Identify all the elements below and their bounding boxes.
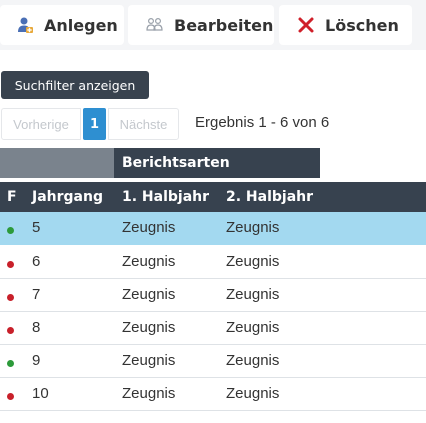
status-red-dot-icon (7, 261, 14, 268)
halbjahr-1-cell: Zeugnis (122, 319, 176, 336)
jahrgang-cell: 5 (32, 219, 41, 236)
table-row[interactable]: 7 Zeugnis Zeugnis (0, 279, 426, 312)
status-red-dot-icon (7, 393, 14, 400)
bearbeiten-label: Bearbeiten (174, 15, 274, 35)
table-row[interactable]: 10 Zeugnis Zeugnis (0, 378, 426, 411)
anlegen-label: Anlegen (44, 15, 118, 35)
status-red-dot-icon (7, 294, 14, 301)
halbjahr-1-cell: Zeugnis (122, 286, 176, 303)
pagination-next[interactable]: Nächste (108, 108, 179, 140)
show-search-filter-button[interactable]: Suchfilter anzeigen (1, 71, 149, 99)
edit-group-icon (146, 16, 164, 34)
table-row[interactable]: 8 Zeugnis Zeugnis (0, 312, 426, 345)
jahrgang-cell: 7 (32, 286, 41, 303)
halbjahr-1-cell: Zeugnis (122, 219, 176, 236)
table-row[interactable]: 9 Zeugnis Zeugnis (0, 345, 426, 378)
halbjahr-1-cell: Zeugnis (122, 385, 176, 402)
status-red-dot-icon (7, 327, 14, 334)
halbjahr-2-cell: Zeugnis (226, 385, 280, 402)
halbjahr-2-cell: Zeugnis (226, 319, 280, 336)
loeschen-label: Löschen (325, 15, 399, 35)
bearbeiten-button[interactable]: Bearbeiten (128, 5, 274, 45)
group-header-spacer (0, 148, 114, 178)
column-header-f[interactable]: F (7, 189, 17, 205)
status-green-dot-icon (7, 360, 14, 367)
status-green-dot-icon (7, 227, 14, 234)
column-header-halbjahr-1[interactable]: 1. Halbjahr (122, 189, 209, 205)
column-header-jahrgang[interactable]: Jahrgang (32, 189, 103, 205)
pagination-previous[interactable]: Vorherige (1, 108, 81, 140)
jahrgang-cell: 9 (32, 352, 41, 369)
jahrgang-cell: 8 (32, 319, 41, 336)
loeschen-button[interactable]: Löschen (279, 5, 412, 45)
halbjahr-2-cell: Zeugnis (226, 219, 280, 236)
halbjahr-1-cell: Zeugnis (122, 253, 176, 270)
add-user-icon (16, 16, 34, 34)
column-header-halbjahr-2[interactable]: 2. Halbjahr (226, 189, 313, 205)
table-row[interactable]: 6 Zeugnis Zeugnis (0, 246, 426, 279)
halbjahr-2-cell: Zeugnis (226, 253, 280, 270)
group-header-berichtsarten: Berichtsarten (114, 148, 320, 178)
toolbar: Anlegen Bearbeiten Löschen (0, 0, 426, 50)
table-group-header: Berichtsarten (0, 148, 426, 178)
table-header: F Jahrgang 1. Halbjahr 2. Halbjahr (0, 182, 426, 212)
halbjahr-2-cell: Zeugnis (226, 352, 280, 369)
jahrgang-cell: 6 (32, 253, 41, 270)
pagination-current-page[interactable]: 1 (83, 108, 106, 140)
result-count: Ergebnis 1 - 6 von 6 (195, 114, 330, 131)
halbjahr-1-cell: Zeugnis (122, 352, 176, 369)
anlegen-button[interactable]: Anlegen (0, 5, 124, 45)
halbjahr-2-cell: Zeugnis (226, 286, 280, 303)
table-row[interactable]: 5 Zeugnis Zeugnis (0, 212, 426, 245)
jahrgang-cell: 10 (32, 385, 49, 402)
delete-x-icon (297, 16, 315, 34)
